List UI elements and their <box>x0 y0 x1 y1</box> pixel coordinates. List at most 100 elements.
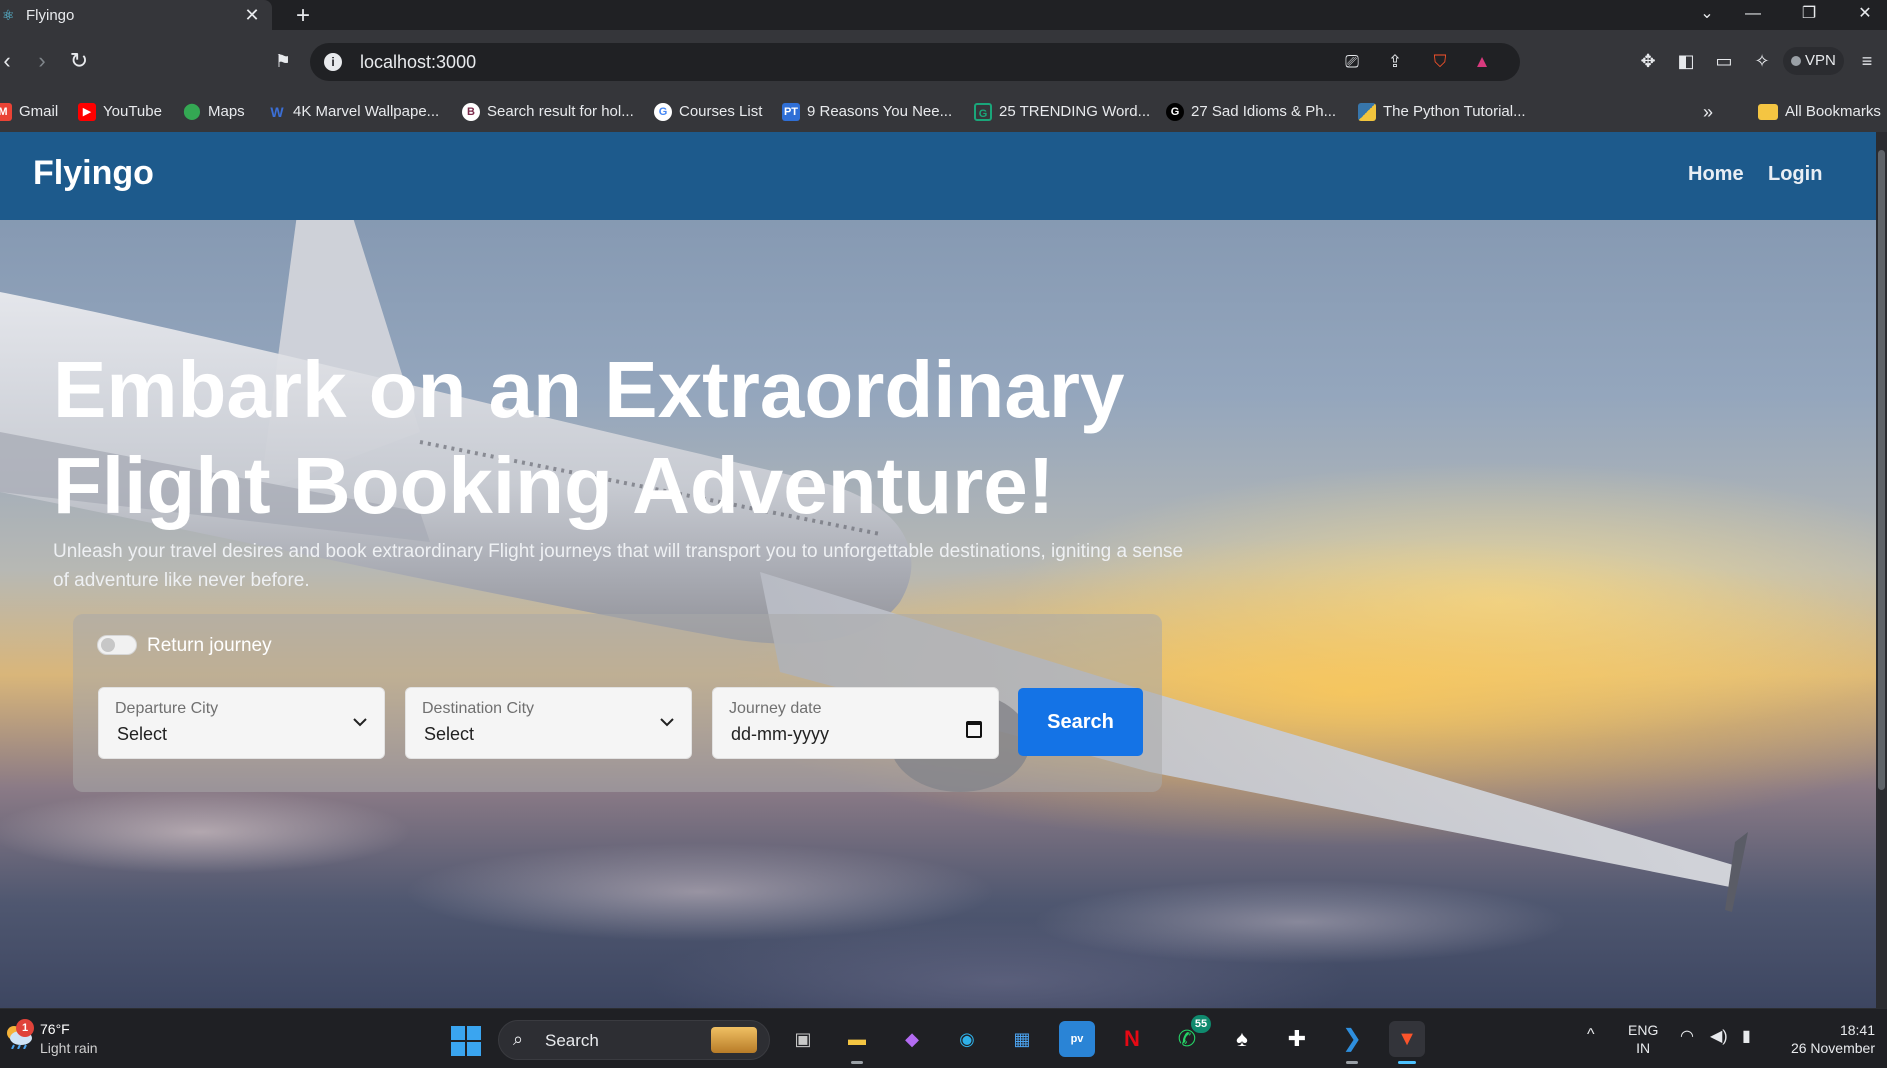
install-app-icon[interactable]: ⎚ <box>1340 51 1364 73</box>
minimize-icon[interactable]: — <box>1731 0 1775 30</box>
taskbar-search-box[interactable]: ⌕ Search <box>498 1020 770 1060</box>
bookmark-marvel-wallpaper[interactable]: W 4K Marvel Wallpape... <box>268 100 439 124</box>
hero-title: Embark on an Extraordinary Flight Bookin… <box>53 342 1153 534</box>
window-close-icon[interactable]: ✕ <box>1843 0 1887 30</box>
weather-temperature[interactable]: 76°F <box>40 1021 70 1037</box>
region-code: IN <box>1636 1040 1651 1056</box>
tab-close-icon[interactable]: ✕ <box>240 5 264 26</box>
bookmark-label: The Python Tutorial... <box>1383 103 1526 120</box>
microsoft-store-icon[interactable]: ▦ <box>1004 1021 1040 1057</box>
url-text[interactable]: localhost:3000 <box>360 52 476 73</box>
nav-home-link[interactable]: Home <box>1688 163 1744 186</box>
journey-date-value[interactable]: dd-mm-yyyy <box>731 724 829 745</box>
tab-title: Flyingo <box>26 6 75 24</box>
brand-logo[interactable]: Flyingo <box>33 154 154 193</box>
bookmark-courses-list[interactable]: G Courses List <box>654 100 762 124</box>
brave-rewards-icon[interactable]: ▲ <box>1470 51 1494 73</box>
page-scrollbar[interactable] <box>1876 132 1887 1008</box>
restore-icon[interactable]: ❐ <box>1787 0 1831 30</box>
vscode-icon[interactable]: ❯ <box>1334 1021 1370 1064</box>
tab-bar: ⚛ Flyingo ✕ + ⌄ — ❐ ✕ <box>0 0 1887 30</box>
sidebar-icon[interactable]: ◧ <box>1672 47 1700 75</box>
solitaire-icon[interactable]: ♠ <box>1224 1021 1260 1057</box>
python-icon <box>1358 103 1376 121</box>
departure-city-select[interactable]: Departure City Select <box>98 687 385 759</box>
weather-notification-badge: 1 <box>16 1019 34 1037</box>
site-info-icon[interactable]: i <box>324 53 342 71</box>
taskbar-search-placeholder: Search <box>545 1031 599 1050</box>
back-icon[interactable]: ‹ <box>0 44 24 78</box>
whatsapp-unread-badge: 55 <box>1191 1015 1211 1033</box>
bookmarks-overflow-icon[interactable]: » <box>1703 100 1713 124</box>
forward-icon[interactable]: › <box>25 44 59 78</box>
wifi-icon[interactable]: ◠ <box>1680 1026 1694 1046</box>
search-highlight-image <box>711 1027 757 1053</box>
whatsapp-icon[interactable]: ✆ 55 <box>1169 1015 1211 1057</box>
tray-overflow-chevron-icon[interactable]: ^ <box>1587 1026 1595 1044</box>
journey-date-label: Journey date <box>729 700 822 717</box>
share-icon[interactable]: ⇪ <box>1383 51 1407 73</box>
journey-date-input[interactable]: Journey date dd-mm-yyyy <box>712 687 999 759</box>
pt-icon: PT <box>782 103 800 121</box>
vpn-button[interactable]: VPN <box>1783 47 1844 75</box>
destination-city-label: Destination City <box>422 700 535 717</box>
bookmark-python-tutorial[interactable]: The Python Tutorial... <box>1358 100 1526 124</box>
battery-icon[interactable]: ▮ <box>1742 1026 1751 1046</box>
destination-city-select[interactable]: Destination City Select <box>405 687 692 759</box>
bookmark-youtube[interactable]: ▶ YouTube <box>78 100 162 124</box>
chevron-down-icon <box>353 718 367 727</box>
calendar-icon[interactable] <box>966 721 982 738</box>
youtube-icon: ▶ <box>78 103 96 121</box>
task-view-icon[interactable]: ▣ <box>785 1021 821 1057</box>
bookmark-trending-words[interactable]: G 25 TRENDING Word... <box>974 100 1150 124</box>
bookmark-sad-idioms[interactable]: G 27 Sad Idioms & Ph... <box>1166 100 1336 124</box>
new-tab-button[interactable]: + <box>290 2 316 30</box>
bookmark-9-reasons[interactable]: PT 9 Reasons You Nee... <box>782 100 952 124</box>
menu-icon[interactable]: ≡ <box>1853 47 1881 75</box>
bookmark-label: 9 Reasons You Nee... <box>807 103 953 120</box>
brave-browser-icon[interactable]: ▼ <box>1389 1021 1425 1064</box>
scrollbar-thumb[interactable] <box>1878 150 1885 790</box>
input-language[interactable]: ENG IN <box>1628 1021 1658 1057</box>
chevron-down-icon <box>660 718 674 727</box>
hero-title-line2: Flight Booking Adventure! <box>53 441 1055 530</box>
bookmark-star-icon[interactable]: ⚑ <box>266 44 300 78</box>
copilot-icon[interactable]: ◆ <box>894 1021 930 1057</box>
weather-description[interactable]: Light rain <box>40 1040 98 1056</box>
system-clock[interactable]: 18:41 26 November <box>1791 1021 1875 1057</box>
volume-icon[interactable]: ◀) <box>1710 1026 1728 1046</box>
file-explorer-icon[interactable]: ▬ <box>839 1021 875 1064</box>
prime-video-icon[interactable]: pv <box>1059 1021 1095 1057</box>
windows-start-button[interactable] <box>451 1026 481 1056</box>
reload-icon[interactable]: ↻ <box>62 44 96 78</box>
nav-login-link[interactable]: Login <box>1768 163 1822 186</box>
hero-subtitle: Unleash your travel desires and book ext… <box>53 541 1184 591</box>
puzzle-app-icon[interactable]: ✚ <box>1279 1021 1315 1057</box>
maps-icon: ⬤ <box>183 103 201 120</box>
running-indicator <box>851 1061 863 1064</box>
wallet-icon[interactable]: ▭ <box>1710 47 1738 75</box>
bookmark-maps[interactable]: ⬤ Maps <box>183 100 245 124</box>
netflix-icon[interactable]: N <box>1114 1021 1150 1057</box>
search-button[interactable]: Search <box>1018 688 1143 756</box>
bookmark-label: Search result for hol... <box>487 103 634 120</box>
leo-ai-icon[interactable]: ✧ <box>1748 47 1776 75</box>
tab-search-dropdown-icon[interactable]: ⌄ <box>1685 0 1729 30</box>
wallpaper-icon: W <box>270 104 284 120</box>
extensions-icon[interactable]: ✥ <box>1634 47 1662 75</box>
language-code: ENG <box>1628 1022 1659 1038</box>
all-bookmarks-folder[interactable]: All Bookmarks <box>1758 100 1881 124</box>
tab-flyingo[interactable]: ⚛ Flyingo ✕ <box>0 0 272 30</box>
react-favicon-icon: ⚛ <box>2 7 15 23</box>
return-journey-toggle[interactable] <box>97 635 137 655</box>
bookmark-gmail[interactable]: M Gmail <box>0 100 58 124</box>
address-bar[interactable]: i localhost:3000 ⎚ ⇪ ⛉ ▲ <box>310 43 1520 81</box>
return-journey-label[interactable]: Return journey <box>147 635 272 657</box>
brave-shields-icon[interactable]: ⛉ <box>1428 51 1452 73</box>
bookmark-search-result[interactable]: B Search result for hol... <box>462 100 634 124</box>
vpn-status-icon <box>1791 56 1801 66</box>
folder-icon <box>1758 104 1778 120</box>
windows-taskbar: 1 76°F Light rain ⌕ Search ▣ ▬ ◆ ◉ ▦ pv … <box>0 1008 1887 1068</box>
gmail-icon: M <box>0 103 12 121</box>
edge-icon[interactable]: ◉ <box>949 1021 985 1057</box>
